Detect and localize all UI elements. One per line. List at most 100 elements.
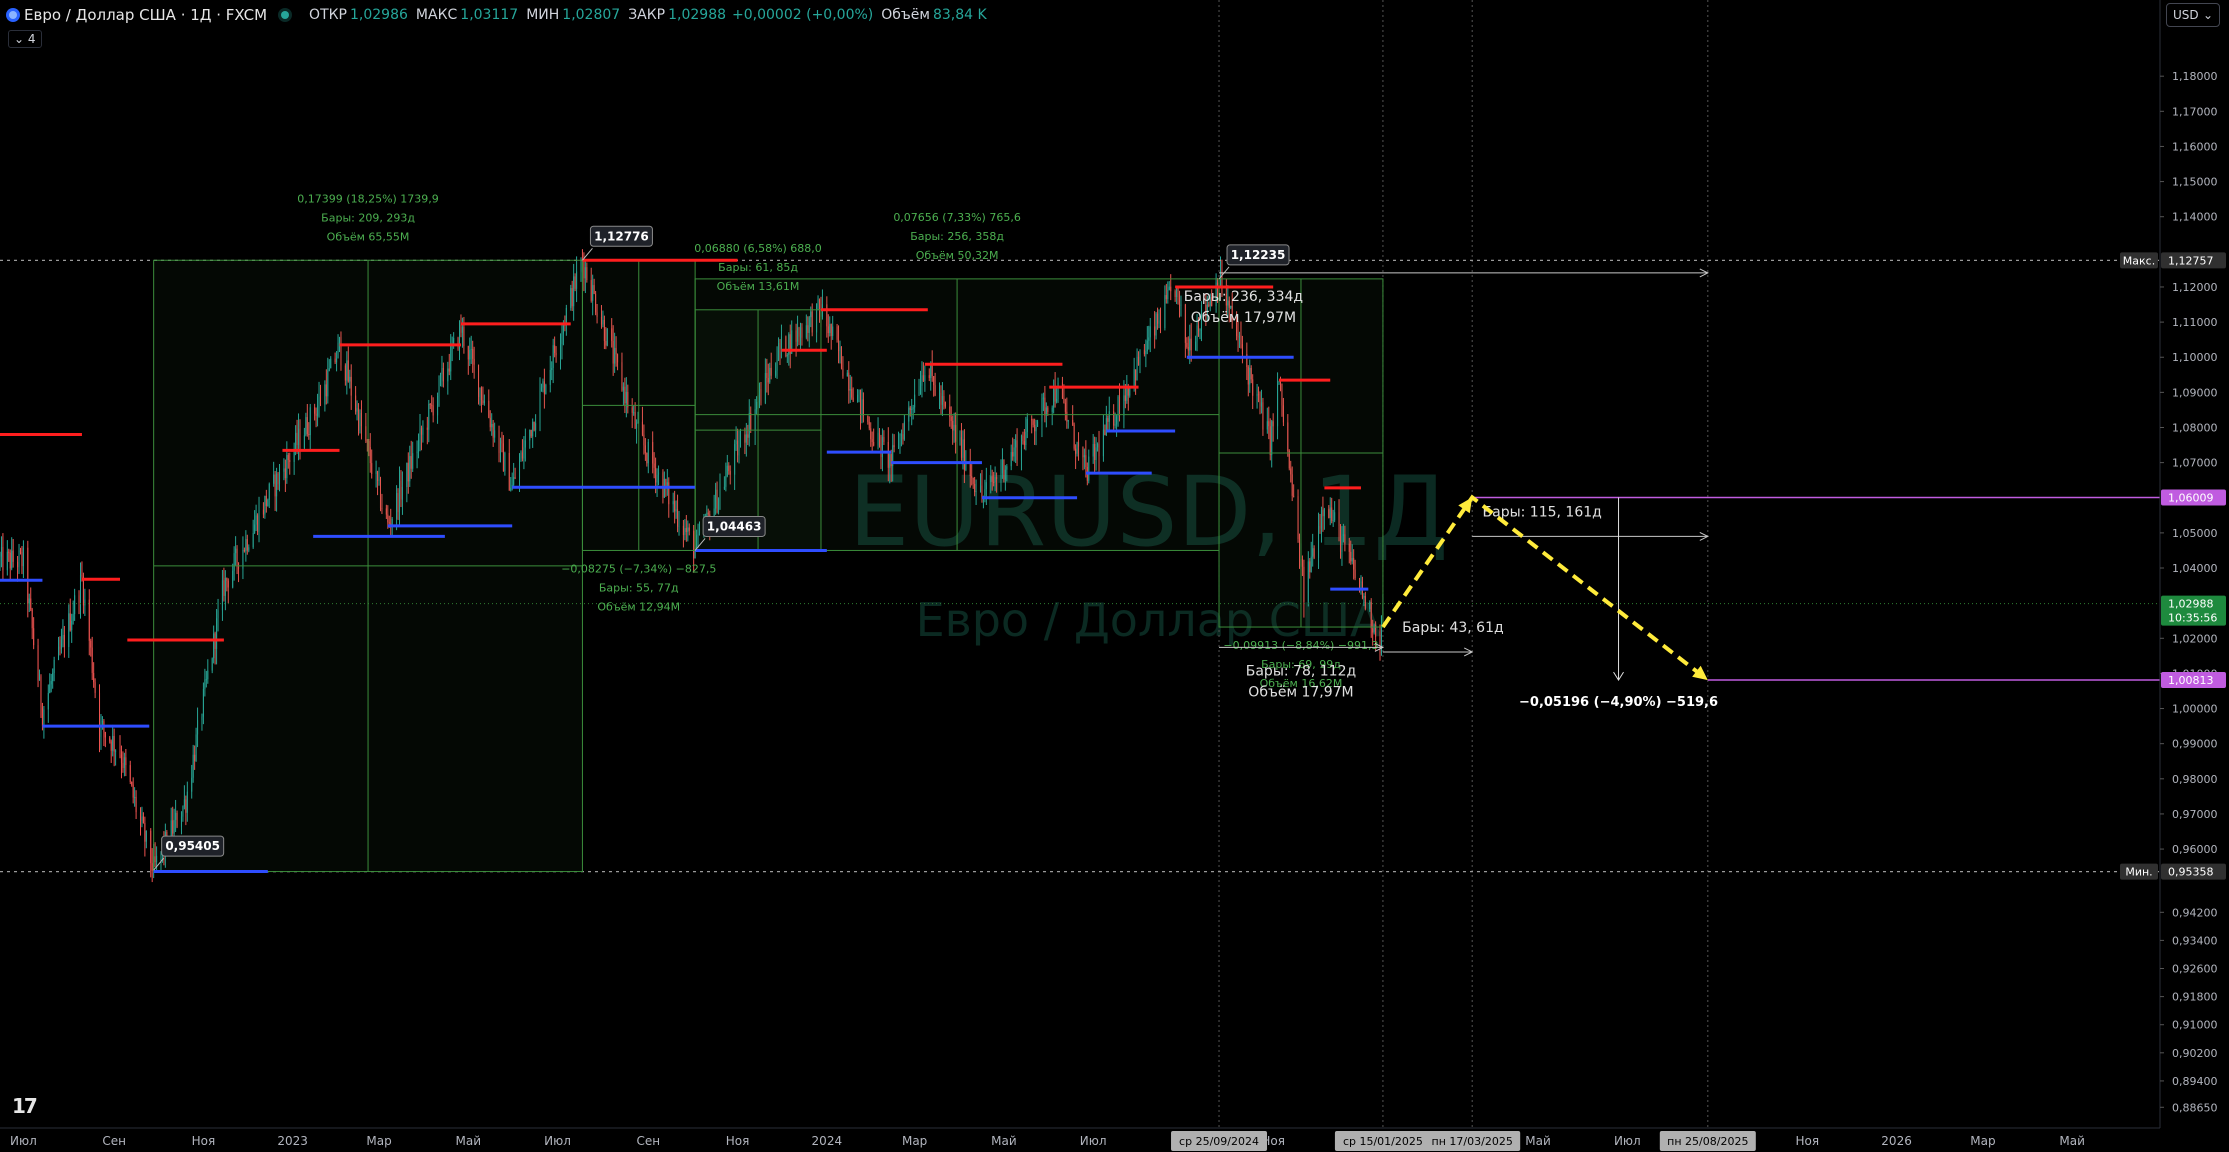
candle-body (82, 576, 84, 606)
candle-body (68, 613, 70, 647)
candle-body (109, 737, 111, 742)
high-label: МАКС (415, 7, 458, 23)
candle-body (131, 781, 133, 785)
measure-label: Объём 65,55М (327, 230, 410, 243)
price-tick-label: 1,16000 (2172, 140, 2218, 153)
time-tick-label: Май (1525, 1134, 1551, 1148)
target-price-tag: 1,06009 (2168, 491, 2214, 504)
candle-body (84, 599, 86, 606)
candle-body (33, 628, 35, 646)
candle-body (50, 681, 52, 685)
time-tick-label: 2024 (812, 1134, 843, 1148)
time-tick-label: Мар (366, 1134, 391, 1148)
candle-body (119, 750, 121, 755)
range-arrow-label: Бары: 43, 61д (1402, 620, 1504, 636)
candle-body (39, 676, 41, 681)
candle-body (113, 735, 115, 752)
high-value: 1,03117 (460, 7, 519, 23)
measure-label: −0,09913 (−8,84%) −991,3 (1223, 639, 1378, 652)
candle-body (139, 812, 141, 821)
measure-label: Бары: 61, 85д (718, 261, 798, 274)
symbol-title[interactable]: Евро / Доллар США · 1Д · FXCM (24, 6, 267, 24)
candle-body (62, 634, 64, 640)
price-chart[interactable]: EURUSD, 1ДЕвро / Доллар США0,17399 (18,2… (0, 0, 2229, 1152)
candle-body (145, 830, 147, 842)
time-tag-label: ср 15/01/2025 (1343, 1135, 1423, 1148)
candle-body (79, 575, 81, 603)
candle-body (43, 709, 45, 726)
price-tick-label: 0,94200 (2172, 906, 2218, 919)
hline-name-label: Макс. (2123, 254, 2155, 267)
price-tick-label: 1,02000 (2172, 632, 2218, 645)
price-callout-label: 1,04463 (707, 519, 762, 533)
hline-price-tag: 1,12757 (2168, 254, 2214, 267)
candle-body (71, 620, 73, 631)
currency-select[interactable]: USD ⌄ (2166, 3, 2220, 27)
price-tick-label: 0,91000 (2172, 1019, 2218, 1032)
price-tick-label: 0,88650 (2172, 1101, 2218, 1114)
price-tick-label: 0,96000 (2172, 843, 2218, 856)
time-tick-label: 2026 (1881, 1134, 1912, 1148)
candle-body (1379, 636, 1381, 654)
euro-flag-icon (6, 8, 20, 22)
candle-body (21, 552, 23, 567)
candle-body (141, 816, 143, 821)
price-tick-label: 1,08000 (2172, 421, 2218, 434)
measure-label: Объём 50,32М (916, 249, 999, 262)
price-tick-label: 1,09000 (2172, 386, 2218, 399)
tradingview-logo-icon[interactable]: 17 (12, 1094, 38, 1118)
price-tick-label: 0,93400 (2172, 934, 2218, 947)
time-tick-label: Июл (1614, 1134, 1641, 1148)
candle-body (18, 550, 20, 568)
candle-body (2, 547, 4, 571)
candle-body (22, 547, 24, 567)
candle-body (134, 797, 136, 799)
range-arrow-label: Объём 17,97М (1248, 684, 1353, 700)
time-tick-label: Ноя (726, 1134, 750, 1148)
candle-body (63, 634, 65, 647)
time-tick-label: Ноя (1796, 1134, 1820, 1148)
price-tick-label: 1,10000 (2172, 351, 2218, 364)
candle-body (6, 551, 8, 571)
candle-body (30, 598, 32, 610)
time-tag-label: ср 25/09/2024 (1179, 1135, 1259, 1148)
indicators-toggle[interactable]: ⌄ 4 (8, 30, 42, 48)
time-tick-label: 2023 (277, 1134, 308, 1148)
chevron-down-icon: ⌄ (14, 32, 25, 46)
measure-label: Бары: 55, 77д (599, 581, 679, 594)
candle-body (100, 722, 102, 737)
current-price-tag: 1,02988 (2168, 598, 2214, 611)
chart-header: Евро / Доллар США · 1Д · FXCM ОТКР 1,0298… (6, 4, 987, 26)
candle-body (49, 684, 51, 693)
price-axis-bg (2160, 0, 2229, 1152)
candle-body (53, 659, 55, 674)
measure-label: Бары: 209, 293д (321, 211, 415, 224)
close-label: ЗАКР (628, 7, 666, 23)
candle-body (151, 863, 153, 871)
price-tick-label: 0,98000 (2172, 773, 2218, 786)
change-value: +0,00002 (+0,00%) (732, 7, 874, 23)
measure-label: 0,07656 (7,33%) 765,6 (893, 211, 1021, 224)
range-arrow-label: Объём 17,97М (1191, 310, 1296, 326)
low-label: МИН (526, 7, 560, 23)
candle-body (125, 757, 127, 766)
candle-body (37, 645, 39, 681)
candle-body (60, 639, 62, 650)
price-tick-label: 1,12000 (2172, 281, 2218, 294)
candle-body (47, 692, 49, 710)
price-tick-label: 0,91800 (2172, 991, 2218, 1004)
candle-body (104, 731, 106, 738)
time-tick-label: Май (456, 1134, 482, 1148)
price-tick-label: 1,15000 (2172, 176, 2218, 189)
price-tick-label: 0,92600 (2172, 963, 2218, 976)
time-tick-label: Июл (1080, 1134, 1107, 1148)
indicator-count: 4 (27, 32, 36, 46)
candle-body (0, 547, 2, 557)
candle-body (31, 609, 33, 629)
range-arrow-label: Бары: 236, 334д (1184, 289, 1303, 305)
price-tick-label: 0,99000 (2172, 738, 2218, 751)
price-tick-label: 1,00000 (2172, 703, 2218, 716)
candle-body (81, 575, 83, 577)
candle-body (122, 762, 124, 769)
price-callout-label: 1,12776 (594, 229, 649, 243)
